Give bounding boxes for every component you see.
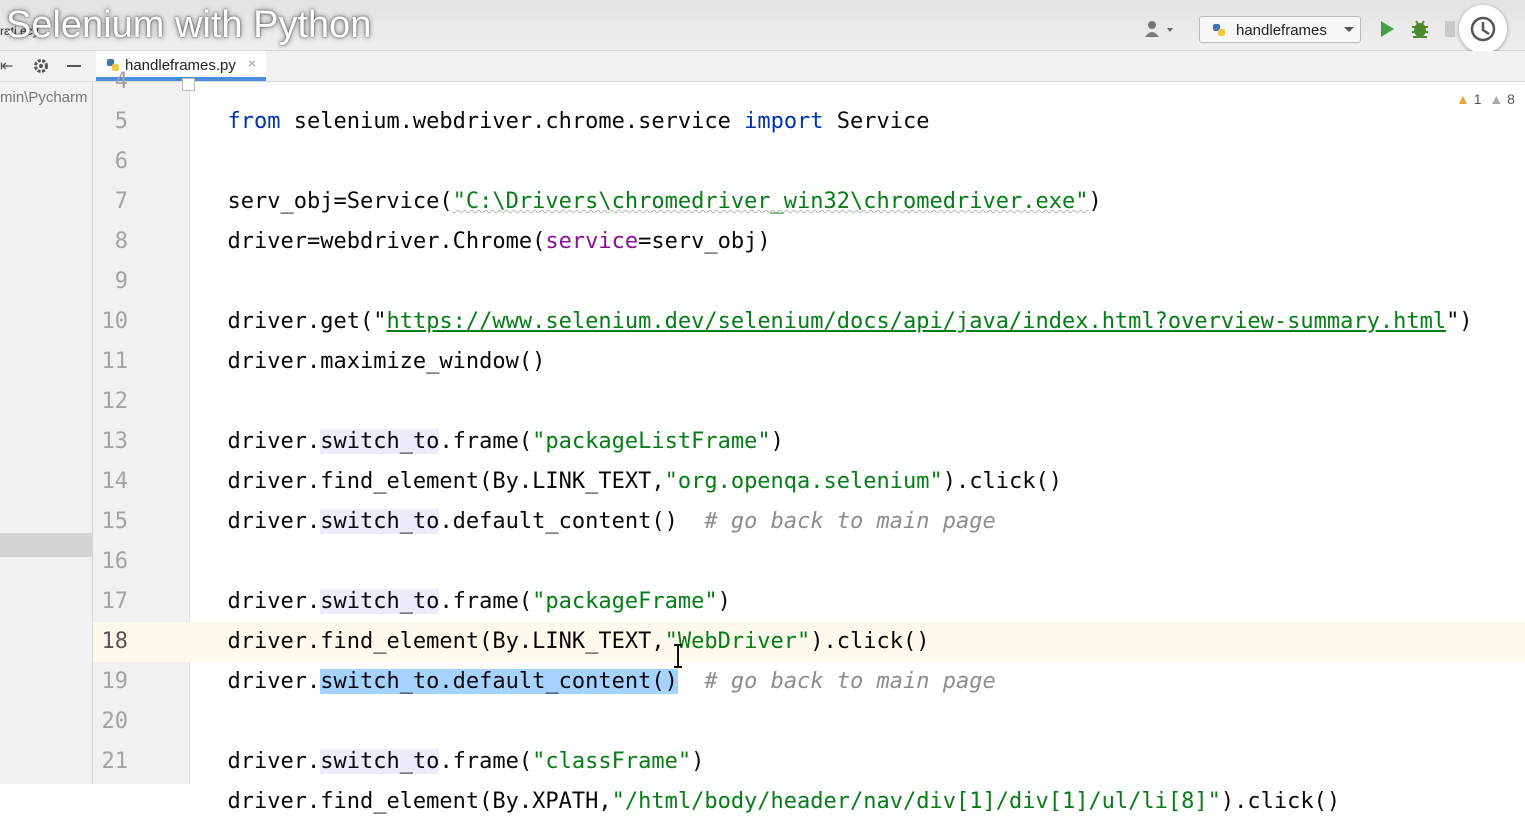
identifier-highlight: switch_to (320, 509, 440, 534)
keyword-token: from (227, 109, 281, 134)
comment-token: # go back to main page (704, 669, 996, 694)
run-configuration-label: handleframes (1236, 22, 1327, 39)
code-token: Service (823, 109, 930, 134)
selected-text[interactable]: switch_to.default_content() (320, 669, 678, 694)
code-line-9[interactable]: driver.get("https://www.selenium.dev/sel… (201, 262, 1473, 334)
code-token: driver.find_element(By.XPATH, (227, 789, 612, 814)
python-icon (1213, 24, 1225, 36)
text-cursor-icon (674, 644, 682, 668)
string-token: "/html/body/header/nav/div[1]/div[1]/ul/… (611, 789, 1221, 814)
code-line-17[interactable]: driver.find_element(By.LINK_TEXT,"WebDri… (201, 582, 930, 654)
project-path[interactable]: min\Pycharm (0, 89, 88, 106)
line-number: 14 (101, 469, 129, 494)
code-line-20[interactable]: driver.switch_to.frame("classFrame") (201, 702, 704, 774)
inspection-widget[interactable]: ▲ 1 ▲ 8 (1456, 91, 1515, 107)
line-number: 19 (101, 669, 129, 694)
project-panel: min\Pycharm (0, 82, 93, 784)
url-link[interactable]: https://www.selenium.dev/selenium/docs/a… (386, 309, 1446, 334)
code-line-12[interactable]: driver.switch_to.frame("packageListFrame… (201, 382, 784, 454)
code-line-4[interactable]: from selenium.webdriver.chrome.service i… (201, 62, 930, 134)
line-number: 10 (101, 309, 129, 334)
run-configuration-selector[interactable]: handleframes (1199, 16, 1361, 43)
code-token: selenium.webdriver.chrome.service (280, 109, 745, 134)
code-line-14[interactable]: driver.switch_to.default_content() # go … (201, 462, 996, 534)
code-line-7[interactable]: driver=webdriver.Chrome(service=serv_obj… (201, 182, 771, 254)
coverage-icon[interactable] (1445, 21, 1455, 37)
clock-icon (1470, 16, 1496, 42)
minimize-icon[interactable] (67, 65, 81, 67)
line-number: 16 (101, 549, 129, 574)
comment-token: # go back to main page (704, 509, 996, 534)
main-toolbar: rati ecy handleframes Selenium with Pyth… (0, 0, 1525, 53)
code-token: ") (1446, 309, 1473, 334)
warning-count: 1 (1473, 91, 1482, 107)
line-number-current: 18 (101, 629, 129, 654)
fold-marker-icon[interactable] (182, 78, 195, 91)
line-number: 15 (101, 509, 129, 534)
code-line-18[interactable]: driver.switch_to.default_content() # go … (201, 622, 996, 694)
run-icon[interactable] (1379, 20, 1395, 38)
keyword-token: import (744, 109, 824, 134)
weak-warning-count: 8 (1507, 91, 1515, 107)
line-number: 20 (101, 709, 129, 734)
code-token: .default_content() (439, 509, 678, 534)
chevron-down-icon (1344, 27, 1354, 32)
line-number: 7 (114, 189, 128, 214)
code-token: ) (1088, 189, 1102, 214)
line-number: 17 (101, 589, 129, 614)
collapse-icon[interactable]: ⇤ (0, 56, 13, 76)
keyword-argument-token: service (545, 229, 639, 254)
code-line-10[interactable]: driver.maximize_window() (201, 302, 546, 374)
code-line-13[interactable]: driver.find_element(By.LINK_TEXT,"org.op… (201, 422, 1062, 494)
code-token: driver. (227, 669, 321, 694)
line-number: 8 (114, 229, 128, 254)
line-number: 13 (101, 429, 129, 454)
line-number: 5 (114, 109, 128, 134)
user-icon[interactable] (1143, 19, 1177, 41)
warning-icon: ▲ (1456, 91, 1470, 107)
debug-icon[interactable] (1410, 19, 1430, 39)
code-token: =webdriver.Chrome( (306, 229, 546, 254)
project-tree-selected-row[interactable] (0, 533, 92, 557)
code-token: ).click() (1220, 789, 1341, 814)
line-number: 21 (101, 749, 129, 774)
code-token: driver. (227, 509, 321, 534)
code-token: driver.maximize_window() (227, 349, 546, 374)
video-title: Selenium with Python (6, 4, 372, 46)
line-number: 11 (101, 349, 129, 374)
gear-icon[interactable] (32, 57, 50, 75)
code-line-16[interactable]: driver.switch_to.frame("packageFrame") (201, 542, 731, 614)
weak-warning-icon: ▲ (1489, 91, 1504, 107)
line-number: 12 (101, 389, 129, 414)
line-number: 4 (114, 69, 128, 94)
line-number: 6 (114, 149, 128, 174)
line-number: 9 (114, 269, 128, 294)
code-token: driver (227, 229, 307, 254)
code-line-6[interactable]: serv_obj=Service("C:\Drivers\chromedrive… (201, 142, 1102, 214)
code-line-21[interactable]: driver.find_element(By.XPATH,"/html/body… (201, 742, 1341, 814)
code-token: =serv_obj) (638, 229, 771, 254)
watch-later-button[interactable] (1459, 5, 1507, 53)
